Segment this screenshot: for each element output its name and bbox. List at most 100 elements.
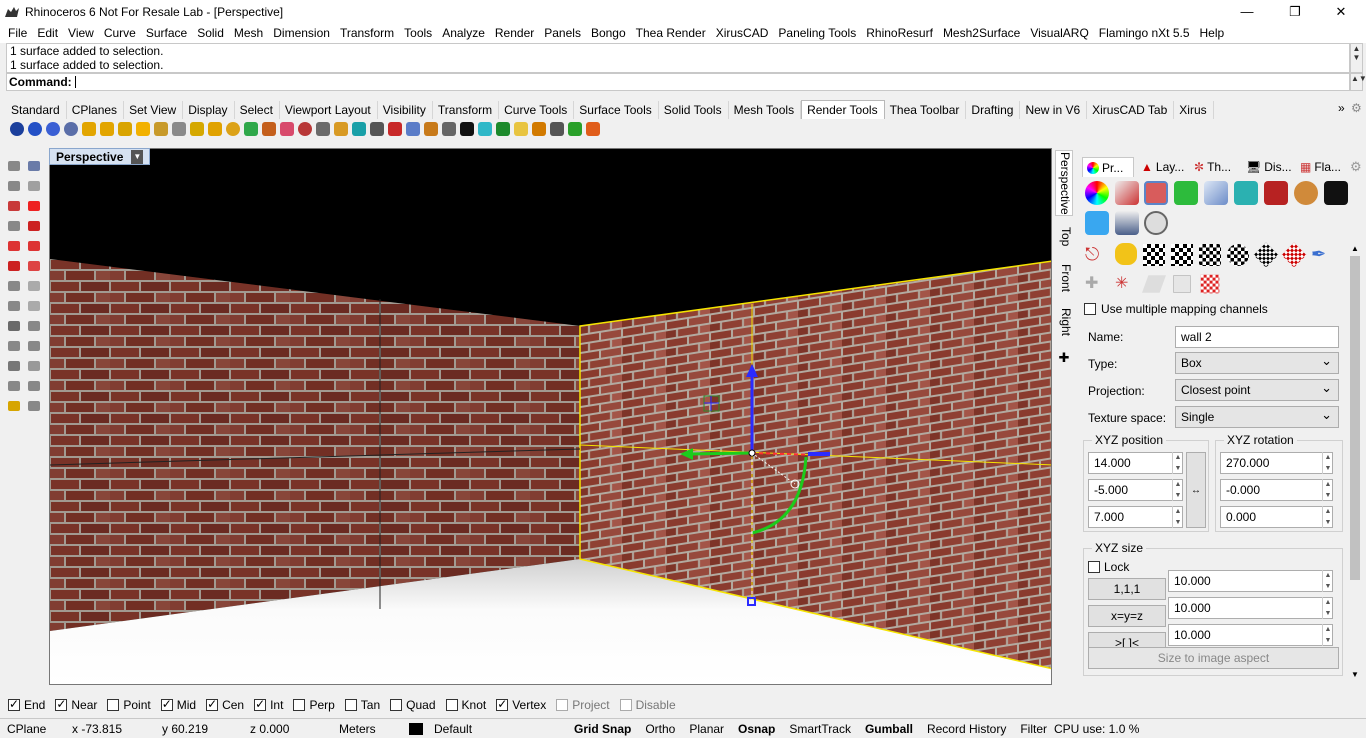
osnap-disable[interactable]: Disable <box>619 698 676 712</box>
polyline-icon[interactable] <box>28 181 40 191</box>
rotation-y-input[interactable]: -0.000 <box>1220 479 1333 501</box>
checkbox-box[interactable] <box>160 697 173 711</box>
viewtab-top[interactable]: Top <box>1055 224 1073 250</box>
size-z-spinner[interactable]: ▲ ▼ <box>1322 624 1333 646</box>
menu-mesh2surface[interactable]: Mesh2Surface <box>938 26 1025 40</box>
menu-analyze[interactable]: Analyze <box>437 26 490 40</box>
checkbox-box[interactable] <box>206 697 219 711</box>
viewport-menu-arrow-icon[interactable]: ▼ <box>131 149 144 164</box>
menu-render[interactable]: Render <box>490 26 539 40</box>
material-icon[interactable] <box>1085 181 1109 205</box>
freeform-icon[interactable] <box>8 261 20 271</box>
checkbox-box[interactable] <box>293 699 306 711</box>
array-icon[interactable] <box>8 361 20 371</box>
circle-icon[interactable] <box>28 201 40 211</box>
status-grid-snap[interactable]: Grid Snap <box>567 722 638 736</box>
osnap-project[interactable]: Project <box>556 698 610 712</box>
status-record-history[interactable]: Record History <box>920 722 1013 736</box>
viewtab-right[interactable]: Right <box>1055 304 1073 340</box>
texture-palette-icon[interactable] <box>316 122 330 136</box>
rectangle-icon[interactable] <box>28 221 40 231</box>
tab-xirus[interactable]: Xirus <box>1174 101 1214 119</box>
tab-xiruscad-tab[interactable]: XirusCAD Tab <box>1087 101 1175 119</box>
status-osnap[interactable]: Osnap <box>731 722 782 736</box>
duck-icon[interactable] <box>1115 243 1137 265</box>
tab-thea[interactable]: ✼ Th... <box>1190 157 1240 177</box>
move-icon[interactable] <box>28 321 40 331</box>
render-region-icon[interactable] <box>64 122 78 136</box>
checkbox-box[interactable] <box>496 697 509 711</box>
checkbox-box[interactable] <box>619 699 632 711</box>
visualarq-icon[interactable] <box>1085 211 1109 235</box>
menu-surface[interactable]: Surface <box>141 26 192 40</box>
viewport-icon[interactable] <box>550 122 564 136</box>
render-icon[interactable] <box>10 122 24 136</box>
checkbox-box[interactable] <box>107 699 120 711</box>
render-window-icon[interactable] <box>46 122 60 136</box>
menu-view[interactable]: View <box>63 26 99 40</box>
polygon-icon[interactable] <box>8 241 20 251</box>
menu-visualarq[interactable]: VisualARQ <box>1025 26 1093 40</box>
spotlight-icon[interactable] <box>118 122 132 136</box>
layout-icon[interactable] <box>478 122 492 136</box>
rotation-y-spinner[interactable]: ▲ ▼ <box>1322 479 1333 501</box>
sky-icon[interactable] <box>208 122 222 136</box>
checkbox-box[interactable] <box>445 699 458 711</box>
checkbox-box[interactable] <box>390 699 403 711</box>
scene-canvas[interactable] <box>50 149 1052 685</box>
checker-icon[interactable] <box>370 122 384 136</box>
status-gumball[interactable]: Gumball <box>858 722 920 736</box>
command-input[interactable] <box>74 76 76 88</box>
menu-rhinoresurf[interactable]: RhinoResurf <box>861 26 938 40</box>
position-x-input[interactable]: 14.000 <box>1088 452 1183 474</box>
scroll-up-icon[interactable]: ▲ <box>1349 244 1361 254</box>
rotation-z-input[interactable]: 0.000 <box>1220 506 1333 528</box>
perspective-viewport[interactable] <box>49 148 1052 685</box>
point-light-icon[interactable] <box>100 122 114 136</box>
status-filter[interactable]: Filter <box>1013 722 1054 736</box>
save-image-icon[interactable] <box>514 122 528 136</box>
mapping-icon[interactable] <box>352 122 366 136</box>
dimension-icon[interactable] <box>28 361 40 371</box>
box-icon[interactable] <box>28 281 40 291</box>
texture-mapping-icon[interactable] <box>1144 181 1168 205</box>
size-y-spinner[interactable]: ▲ ▼ <box>1322 597 1333 619</box>
tabs-settings-icon[interactable]: ⚙ <box>1351 101 1362 115</box>
pan-icon[interactable] <box>28 381 40 391</box>
play-icon[interactable] <box>568 122 582 136</box>
render-settings-icon[interactable] <box>388 122 402 136</box>
viewtab-front[interactable]: Front <box>1055 258 1073 298</box>
menu-transform[interactable]: Transform <box>335 26 399 40</box>
status-units[interactable]: Meters <box>332 722 402 736</box>
ground-plane-icon[interactable] <box>298 122 312 136</box>
plane-tool-icon[interactable] <box>1141 275 1167 293</box>
rotation-z-spinner[interactable]: ▲ ▼ <box>1322 506 1333 528</box>
checkbox-box[interactable] <box>344 699 357 711</box>
size-equal-button[interactable]: x=y=z <box>1088 605 1166 627</box>
thea-object-icon[interactable] <box>1324 181 1348 205</box>
tab-transform[interactable]: Transform <box>433 101 500 119</box>
menu-panels[interactable]: Panels <box>539 26 586 40</box>
select-icon[interactable] <box>8 161 20 171</box>
menu-solid[interactable]: Solid <box>192 26 229 40</box>
curvature-icon[interactable] <box>1174 181 1198 205</box>
gumball-select-icon[interactable] <box>28 161 40 171</box>
render-preview-icon[interactable] <box>28 122 42 136</box>
menu-curve[interactable]: Curve <box>99 26 141 40</box>
cube-map-icon[interactable] <box>1199 244 1221 266</box>
rotate-icon[interactable] <box>8 341 20 351</box>
menu-bongo[interactable]: Bongo <box>586 26 631 40</box>
name-input[interactable]: wall 2 <box>1175 326 1339 348</box>
menu-file[interactable]: File <box>3 26 32 40</box>
maximize-button[interactable]: ❐ <box>1272 0 1318 23</box>
osnap-near[interactable]: Near <box>55 697 97 712</box>
zoom-icon[interactable] <box>8 381 20 391</box>
osnap-end[interactable]: End <box>8 697 45 712</box>
scroll-thumb[interactable] <box>1350 256 1360 580</box>
tab-visibility[interactable]: Visibility <box>378 101 433 119</box>
surface-icon[interactable] <box>8 281 20 291</box>
menu-help[interactable]: Help <box>1195 26 1230 40</box>
extrude-icon[interactable] <box>28 261 40 271</box>
tab-layers[interactable]: ▲ Lay... <box>1137 157 1187 177</box>
mesh-icon[interactable] <box>8 301 20 311</box>
